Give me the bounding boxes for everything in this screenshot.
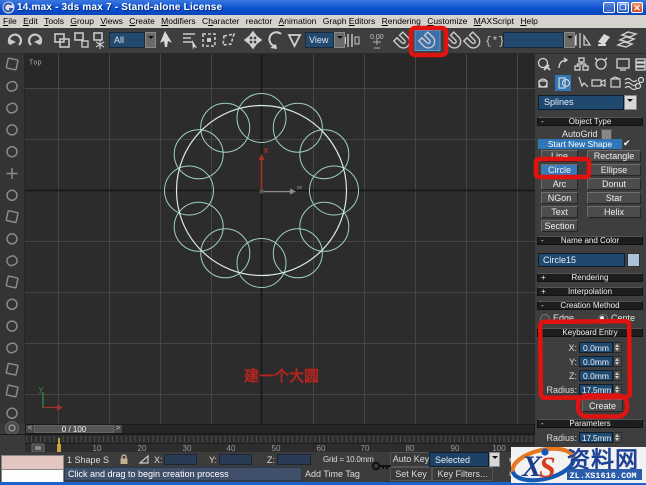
svg-text:{*}: {*} [485, 36, 505, 48]
svg-text:资料网: 资料网 [567, 447, 639, 473]
svg-text:S: S [539, 451, 556, 483]
svg-text:ZL.XS1616.COM: ZL.XS1616.COM [570, 471, 637, 481]
svg-text:Top: Top [29, 60, 42, 68]
svg-text:建一个大圆: 建一个大圆 [244, 367, 319, 385]
